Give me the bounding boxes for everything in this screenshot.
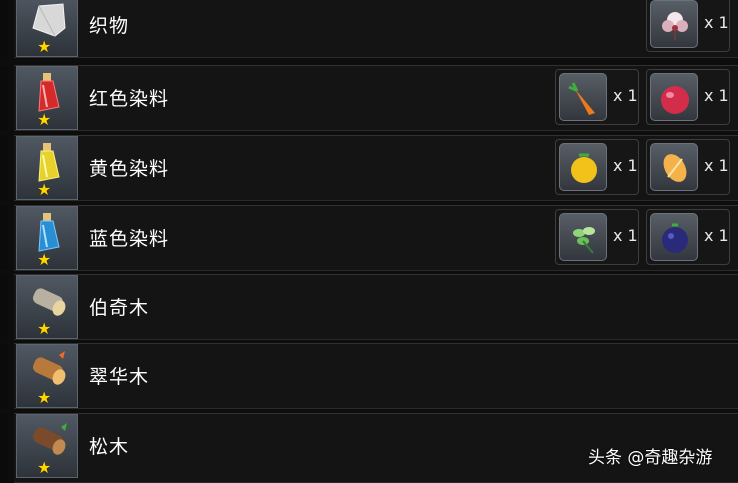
mint-leaf-icon bbox=[573, 227, 595, 254]
item-icon-slot: ★ bbox=[16, 414, 78, 478]
list-item[interactable]: ★ 伯奇木 bbox=[0, 274, 738, 340]
list-item[interactable]: ★ 红色染料 x 1 x 1 bbox=[0, 65, 738, 131]
cotton-boll-icon bbox=[662, 12, 688, 40]
list-item[interactable]: ★ 黄色染料 x 1 x 1 bbox=[0, 135, 738, 201]
material-quantity: x 1 bbox=[704, 226, 729, 245]
rarity-star-icon: ★ bbox=[37, 319, 52, 338]
material-slot[interactable]: x 1 bbox=[646, 69, 730, 125]
list-item[interactable]: ★ 翠华木 bbox=[0, 343, 738, 409]
apple-icon bbox=[661, 86, 689, 114]
item-name: 松木 bbox=[89, 436, 130, 458]
material-quantity: x 1 bbox=[704, 156, 729, 175]
yellow-pepper-icon bbox=[571, 153, 597, 183]
item-icon-slot: ★ bbox=[16, 136, 78, 200]
yellow-dye-bottle-icon bbox=[38, 143, 60, 182]
material-slot[interactable]: x 1 bbox=[555, 139, 639, 195]
rarity-star-icon: ★ bbox=[37, 458, 52, 477]
blue-dye-bottle-icon bbox=[38, 213, 60, 252]
item-name: 黄色染料 bbox=[89, 158, 170, 180]
list-item[interactable]: ★ 织物 x 1 bbox=[0, 0, 738, 58]
pine-log-icon bbox=[32, 423, 67, 455]
rarity-star-icon: ★ bbox=[37, 388, 52, 407]
item-icon-slot: ★ bbox=[16, 275, 78, 339]
rarity-star-icon: ★ bbox=[37, 37, 52, 56]
watermark: 头条 @奇趣杂游 bbox=[588, 448, 713, 468]
item-icon-slot: ★ bbox=[16, 344, 78, 408]
material-quantity: x 1 bbox=[704, 13, 729, 32]
material-quantity: x 1 bbox=[613, 226, 638, 245]
material-slot[interactable]: x 1 bbox=[646, 0, 730, 52]
list-item[interactable]: ★ 蓝色染料 x 1 x 1 bbox=[0, 205, 738, 271]
item-name: 红色染料 bbox=[89, 88, 170, 110]
item-icon-slot: ★ bbox=[16, 0, 78, 57]
material-slot[interactable]: x 1 bbox=[555, 209, 639, 265]
rarity-star-icon: ★ bbox=[37, 250, 52, 269]
item-name: 蓝色染料 bbox=[89, 228, 170, 250]
item-name: 织物 bbox=[89, 15, 130, 37]
blueberry-icon bbox=[662, 223, 688, 253]
rarity-star-icon: ★ bbox=[37, 110, 52, 129]
item-name: 伯奇木 bbox=[89, 297, 150, 319]
material-slot[interactable]: x 1 bbox=[646, 209, 730, 265]
material-quantity: x 1 bbox=[704, 86, 729, 105]
material-quantity: x 1 bbox=[613, 156, 638, 175]
item-icon-slot: ★ bbox=[16, 66, 78, 130]
cuihua-log-icon bbox=[32, 351, 66, 385]
item-icon-slot: ★ bbox=[16, 206, 78, 270]
material-quantity: x 1 bbox=[613, 86, 638, 105]
rarity-star-icon: ★ bbox=[37, 180, 52, 199]
wheat-icon bbox=[663, 154, 687, 182]
red-dye-bottle-icon bbox=[38, 73, 60, 112]
cloth-icon bbox=[32, 3, 66, 37]
birch-log-icon bbox=[32, 288, 66, 316]
carrot-icon bbox=[568, 82, 595, 115]
material-slot[interactable]: x 1 bbox=[555, 69, 639, 125]
item-name: 翠华木 bbox=[89, 366, 150, 388]
material-slot[interactable]: x 1 bbox=[646, 139, 730, 195]
